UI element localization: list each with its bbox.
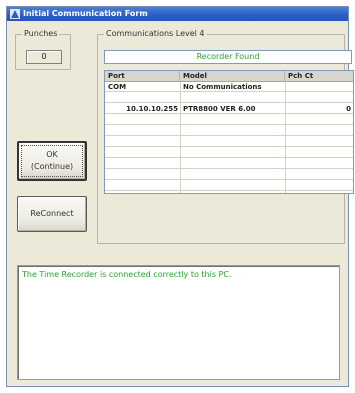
cell-port: 10.10.10.255 — [126, 105, 178, 113]
initial-communication-window: Initial Communication Form Punches 0 Com… — [6, 6, 354, 387]
reconnect-label: ReConnect — [30, 209, 74, 218]
table-row[interactable] — [105, 93, 353, 103]
grid-header: Port Model Pch Ct — [105, 71, 353, 82]
cell-pch-ct — [285, 82, 351, 92]
cell-pch-ct: 0 — [346, 105, 351, 113]
title-bar[interactable]: Initial Communication Form — [7, 7, 348, 21]
table-row[interactable] — [105, 181, 353, 191]
table-row[interactable]: 10.10.10.255 PTR8800 VER 6.00 0 — [105, 104, 353, 114]
table-row[interactable] — [105, 170, 353, 180]
window-title: Initial Communication Form — [23, 9, 148, 18]
connection-message: The Time Recorder is connected correctly… — [22, 270, 232, 279]
column-header-pch-ct[interactable]: Pch Ct — [285, 71, 353, 82]
table-row[interactable] — [105, 159, 353, 169]
column-header-model[interactable]: Model — [180, 71, 285, 82]
table-row[interactable] — [105, 126, 353, 136]
communications-legend: Communications Level 4 — [104, 29, 207, 39]
cell-model: PTR8800 VER 6.00 — [183, 105, 256, 113]
ok-label: OK — [46, 150, 58, 159]
continue-label: (Continue) — [30, 162, 74, 171]
table-row[interactable] — [105, 148, 353, 158]
punches-count: 0 — [26, 50, 62, 64]
punches-group: Punches 0 — [15, 29, 71, 70]
cell-port: COM — [108, 83, 127, 91]
cell-model: No Communications — [183, 83, 262, 91]
column-header-port[interactable]: Port — [105, 71, 180, 82]
ok-continue-button[interactable]: OK (Continue) — [17, 141, 87, 181]
cell-port — [105, 93, 180, 103]
communications-group: Communications Level 4 Recorder Found Po… — [97, 29, 354, 244]
table-row[interactable] — [105, 137, 353, 147]
app-icon — [10, 9, 20, 19]
punches-legend: Punches — [22, 29, 60, 39]
table-row[interactable] — [105, 115, 353, 125]
table-row[interactable]: COM No Communications — [105, 82, 353, 92]
cell-pch-ct — [285, 93, 351, 103]
cell-model — [180, 93, 285, 103]
recorder-grid[interactable]: Port Model Pch Ct COM No Communications … — [104, 70, 354, 194]
reconnect-button[interactable]: ReConnect — [17, 196, 87, 232]
recorder-status: Recorder Found — [104, 50, 352, 64]
message-log[interactable]: The Time Recorder is connected correctly… — [17, 265, 340, 380]
